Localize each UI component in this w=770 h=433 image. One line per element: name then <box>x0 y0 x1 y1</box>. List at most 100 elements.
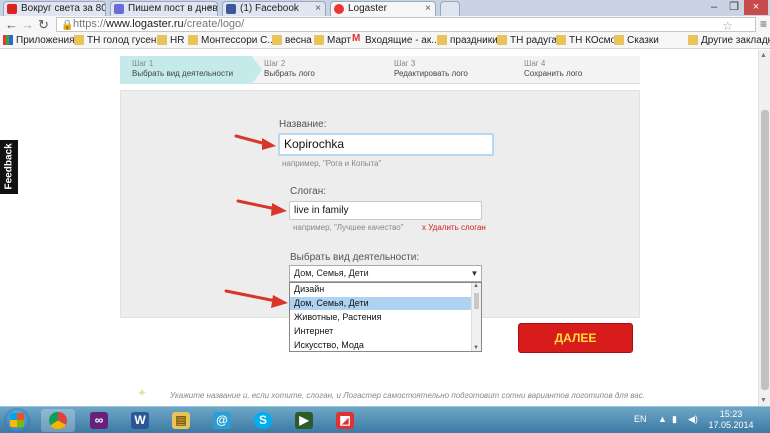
feedback-tab[interactable]: Feedback <box>0 140 18 194</box>
scrollbar-thumb[interactable] <box>761 110 769 390</box>
bookmark-label: ТН голод гусен... <box>87 35 165 46</box>
folder-icon <box>314 35 324 45</box>
slogan-input[interactable]: live in family <box>289 201 482 220</box>
scroll-up-arrow-icon[interactable]: ▲ <box>760 52 767 59</box>
chrome-icon <box>49 412 67 429</box>
diary-icon <box>114 4 124 14</box>
taskbar-app-explorer[interactable]: ▤ <box>164 409 198 432</box>
bookmark-star-icon[interactable]: ☆ <box>722 18 733 34</box>
mail-icon: @ <box>213 412 231 429</box>
step-title: Сохранить лого <box>524 69 583 78</box>
scroll-down-arrow-icon[interactable]: ▼ <box>760 397 767 404</box>
bookmark-label: Приложения <box>16 35 75 46</box>
bookmark-item[interactable]: Приложения <box>3 34 75 47</box>
start-button[interactable] <box>4 408 30 433</box>
activity-option-highlighted[interactable]: Дом, Семья, Дети <box>290 297 472 310</box>
close-window-icon[interactable]: × <box>744 0 768 15</box>
visual-studio-icon: ∞ <box>90 412 108 429</box>
folder-icon <box>614 35 624 45</box>
close-tab-icon[interactable]: × <box>425 2 431 15</box>
taskbar-app-word[interactable]: W <box>123 409 157 432</box>
step-title: Выбрать лого <box>264 69 315 78</box>
dropdown-scroll-thumb[interactable] <box>474 293 479 309</box>
taskbar-app-mail[interactable]: @ <box>205 409 239 432</box>
bookmark-item[interactable]: Сказки <box>614 34 659 47</box>
step-title: Выбрать вид деятельности <box>132 69 234 78</box>
tab-title: Вокруг света за 80 д <box>21 3 106 14</box>
bookmark-item[interactable]: Другие закладки <box>688 34 770 47</box>
step-number: Шаг 1 <box>132 59 154 68</box>
step-number: Шаг 4 <box>524 59 546 68</box>
step-title: Редактировать лого <box>394 69 468 78</box>
activity-option[interactable]: Искусство, Мода <box>290 339 472 352</box>
skype-icon: S <box>254 412 272 429</box>
folder-icon <box>556 35 566 45</box>
delete-slogan-link[interactable]: x Удалить слоган <box>422 223 486 232</box>
step-4: Шаг 4 Сохранить лого <box>512 56 640 84</box>
next-button[interactable]: ДАЛЕЕ <box>518 323 633 353</box>
tab-strip: Вокруг света за 80 д Пишем пост в днев ×… <box>0 0 770 16</box>
new-tab-button[interactable] <box>440 1 460 16</box>
footer-note: Укажите название и, если хотите, слоган,… <box>170 391 645 400</box>
close-tab-icon[interactable]: × <box>207 2 213 15</box>
url-host: www.logaster.ru <box>106 18 184 30</box>
browser-tab-active[interactable]: Logaster × <box>330 1 436 16</box>
minimize-icon[interactable]: – <box>704 0 724 15</box>
url-bar[interactable]: 🔒 https://www.logaster.ru/create/logo/ ☆ <box>56 17 756 34</box>
bookmark-item[interactable]: ТН голод гусен... <box>74 34 165 47</box>
reload-icon[interactable]: ↻ <box>38 16 49 33</box>
bookmark-item[interactable]: M Входящие - ак... <box>352 34 440 47</box>
activity-option[interactable]: Интернет <box>290 325 472 338</box>
folder-icon <box>688 35 698 45</box>
volume-icon[interactable]: ◀) <box>688 414 698 425</box>
clock-date: 17.05.2014 <box>708 420 754 430</box>
taskbar-app-media[interactable]: ▶ <box>287 409 321 432</box>
bookmark-item[interactable]: ТН КОсмос <box>556 34 621 47</box>
dropdown-scrollbar[interactable]: ▲ ▼ <box>471 283 481 351</box>
folder-icon <box>437 35 447 45</box>
activity-select[interactable]: Дом, Семья, Дети ▼ <box>289 265 482 282</box>
bookmark-label: HR <box>170 35 185 46</box>
tab-title: Logaster <box>348 3 387 14</box>
language-indicator[interactable]: EN <box>634 414 647 424</box>
url-scheme: https:// <box>73 18 107 30</box>
browser-tab[interactable]: Вокруг света за 80 д <box>3 1 106 16</box>
folder-icon: ▤ <box>172 412 190 429</box>
scroll-up-arrow-icon[interactable]: ▲ <box>473 283 479 289</box>
activity-option[interactable]: Животные, Растения <box>290 311 472 324</box>
taskbar-app-visual-studio[interactable]: ∞ <box>82 409 116 432</box>
network-icon[interactable]: ▮ <box>672 414 677 425</box>
bookmark-item[interactable]: ТН радуга <box>497 34 557 47</box>
taskbar-app-skype[interactable]: S <box>246 409 280 432</box>
back-arrow-icon[interactable]: ← <box>5 16 18 33</box>
tray-arrow-icon[interactable]: ▲ <box>658 414 667 424</box>
bookmark-item[interactable]: HR <box>157 34 184 47</box>
logaster-icon <box>334 4 344 14</box>
maximize-icon[interactable]: ❐ <box>724 0 744 15</box>
bookmark-item[interactable]: Март <box>314 34 351 47</box>
taskbar-app-screenshot[interactable]: ◩ <box>328 409 362 432</box>
page-scrollbar[interactable]: ▲ ▼ <box>758 50 770 406</box>
url-path: /create/logo/ <box>183 18 245 30</box>
folder-icon <box>74 35 84 45</box>
windows-taskbar: ∞ W ▤ @ S ▶ ◩ EN ▲ ▮ ◀) 15:23 17.05.2014 <box>0 406 770 433</box>
name-label: Название: <box>279 119 327 130</box>
bookmark-item[interactable]: праздники <box>437 34 498 47</box>
bookmark-item[interactable]: весна <box>272 34 312 47</box>
menu-icon[interactable]: ≡ <box>760 16 767 32</box>
folder-icon <box>497 35 507 45</box>
forward-arrow-icon[interactable]: → <box>21 16 34 33</box>
address-toolbar: ← → ↻ 🔒 https://www.logaster.ru/create/l… <box>0 16 770 33</box>
close-tab-icon[interactable]: × <box>315 2 321 15</box>
system-clock[interactable]: 15:23 17.05.2014 <box>706 409 756 431</box>
clock-time: 15:23 <box>719 409 743 419</box>
taskbar-app-chrome[interactable] <box>41 409 75 432</box>
browser-tab[interactable]: Пишем пост в днев × <box>110 1 218 16</box>
chevron-down-icon[interactable]: ▼ <box>468 266 481 281</box>
browser-tab[interactable]: (1) Facebook × <box>222 1 326 16</box>
name-input[interactable]: Kopirochka <box>278 133 494 156</box>
bookmark-item[interactable]: Монтессори С... <box>188 34 276 47</box>
activity-option[interactable]: Дизайн <box>290 283 472 296</box>
activity-dropdown-list: Дизайн Дом, Семья, Дети Животные, Растен… <box>289 282 482 352</box>
scroll-down-arrow-icon[interactable]: ▼ <box>473 345 479 351</box>
